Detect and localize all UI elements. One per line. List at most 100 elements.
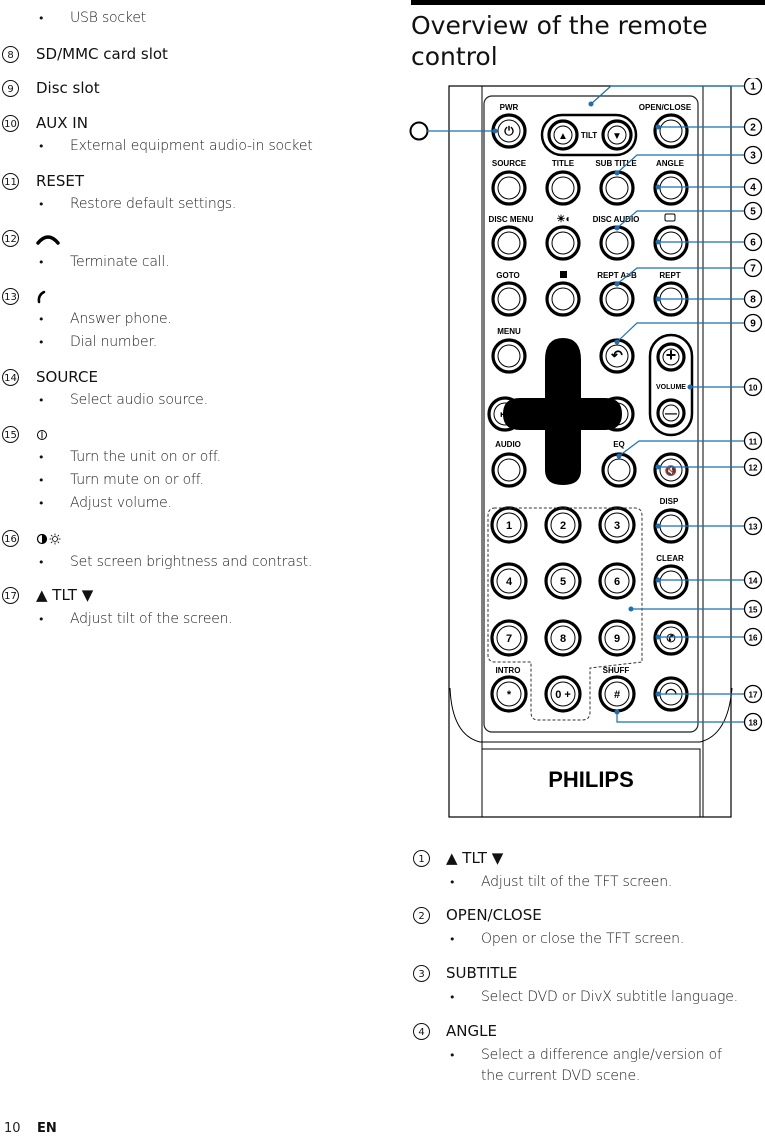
callout-14: 14 (743, 570, 763, 590)
label-volume: VOLUME (656, 384, 686, 391)
bullet-text: Dial number. (70, 334, 157, 350)
bullet: • (449, 876, 456, 889)
svg-text:—: — (665, 406, 677, 420)
bullet: • (38, 140, 45, 153)
bullet: • (449, 1049, 456, 1062)
callout-11: 11 (743, 431, 763, 451)
callout-15: 15 (743, 599, 763, 619)
svg-text:4: 4 (506, 576, 513, 588)
callout-9: 9 (743, 313, 763, 333)
svg-text:5: 5 (560, 576, 566, 588)
svg-text:16: 16 (749, 634, 758, 643)
item-number: 1 (413, 850, 430, 867)
item-title: SUBTITLE (446, 964, 518, 982)
bullet-text: Adjust volume. (70, 495, 172, 511)
callout-2: 2 (743, 117, 763, 137)
open-close-button (653, 113, 689, 149)
tilt-down-button: ▼ (601, 119, 633, 151)
keypad-button-3: 3 (598, 506, 636, 544)
label-clear: CLEAR (656, 554, 684, 563)
contrast-brightness-icon (36, 533, 61, 545)
callout-5: 5 (743, 201, 763, 221)
rept-ab-button (599, 281, 635, 317)
svg-text:#: # (614, 689, 620, 701)
item-number: 17 (2, 587, 19, 604)
label-stop-icon (560, 271, 567, 278)
callout-dot (628, 606, 634, 612)
disc-audio-button (599, 225, 635, 261)
bullet: • (449, 991, 456, 1004)
svg-text:*: * (507, 689, 512, 701)
callout-17: 17 (743, 684, 763, 704)
callout-dot (614, 281, 620, 287)
source-button (491, 170, 527, 206)
callout-4: 4 (743, 177, 763, 197)
volume-up-button: + (656, 342, 686, 372)
label-disc-audio: DISC AUDIO (593, 215, 640, 224)
item-title: ▲ TLT ▼ (446, 849, 504, 867)
section-title: Overview of the remote control (411, 11, 708, 71)
callout-dot (655, 184, 661, 190)
callout-dot (614, 339, 620, 345)
keypad-button-7: 7 (490, 619, 528, 657)
svg-text:15: 15 (749, 606, 758, 615)
keypad-button-5: 5 (544, 562, 582, 600)
keypad-button-12: # (598, 675, 636, 713)
callout-leader (616, 712, 744, 723)
bullet-text: Restore default settings. (70, 196, 237, 212)
label-audio: AUDIO (495, 440, 521, 449)
goto-button (491, 281, 527, 317)
bullet-text: Turn mute on or off. (70, 472, 204, 488)
svg-text:▼: ▼ (612, 131, 622, 142)
item-title: Disc slot (36, 79, 100, 97)
tilt-up-button: ▲ (547, 119, 579, 151)
item-number: 4 (413, 1023, 430, 1040)
item-number: 12 (2, 230, 19, 247)
item-number: 10 (2, 115, 19, 132)
item-title: ▲ TLT ▼ (36, 586, 94, 604)
keypad-button-2: 2 (544, 506, 582, 544)
callout-dot (614, 170, 620, 176)
keypad-button-1: 1 (490, 506, 528, 544)
label-source: SOURCE (492, 159, 527, 168)
callout-dot (655, 634, 661, 640)
bullet-text: Set screen brightness and contrast. (70, 554, 313, 570)
svg-text:6: 6 (750, 238, 756, 249)
subtitle-button (599, 170, 635, 206)
label-angle: ANGLE (656, 159, 685, 168)
svg-text:1: 1 (506, 520, 512, 532)
bullet: • (38, 336, 45, 349)
svg-text:🔇: 🔇 (665, 464, 677, 477)
bullet: • (38, 256, 45, 269)
callout-13: 13 (743, 516, 763, 536)
svg-text:8: 8 (560, 633, 566, 645)
bullet-text: USB socket (70, 10, 147, 26)
callout-1: 1 (743, 78, 763, 96)
label-eq: EQ (613, 440, 625, 449)
svg-text:2: 2 (560, 520, 566, 532)
bullet: • (38, 394, 45, 407)
hang-up-phone-icon (36, 235, 60, 245)
svg-text:0 +: 0 + (555, 689, 571, 701)
bullet-text: Answer phone. (70, 311, 172, 327)
item-number: 13 (2, 288, 19, 305)
bullet-text: Select audio source. (70, 392, 208, 408)
item-number: 9 (2, 80, 19, 97)
svg-text:7: 7 (750, 264, 756, 275)
callout-dot (655, 124, 661, 130)
svg-text:18: 18 (749, 719, 758, 728)
bullet-text: Adjust tilt of the TFT screen. (481, 874, 673, 890)
pwr-button: ⏻ (491, 113, 527, 149)
label-disc-menu: DISC MENU (489, 215, 534, 224)
callout-10: 10 (743, 377, 763, 397)
label-menu: MENU (497, 327, 521, 336)
bullet: • (38, 451, 45, 464)
svg-text:12: 12 (749, 464, 758, 473)
callout-dot (614, 225, 620, 231)
callout-dot (687, 384, 693, 390)
svg-text:5: 5 (750, 207, 756, 218)
section-top-rule (411, 0, 765, 5)
label-intro: INTRO (496, 666, 521, 675)
callout-3: 3 (743, 145, 763, 165)
eq-button (601, 452, 637, 488)
